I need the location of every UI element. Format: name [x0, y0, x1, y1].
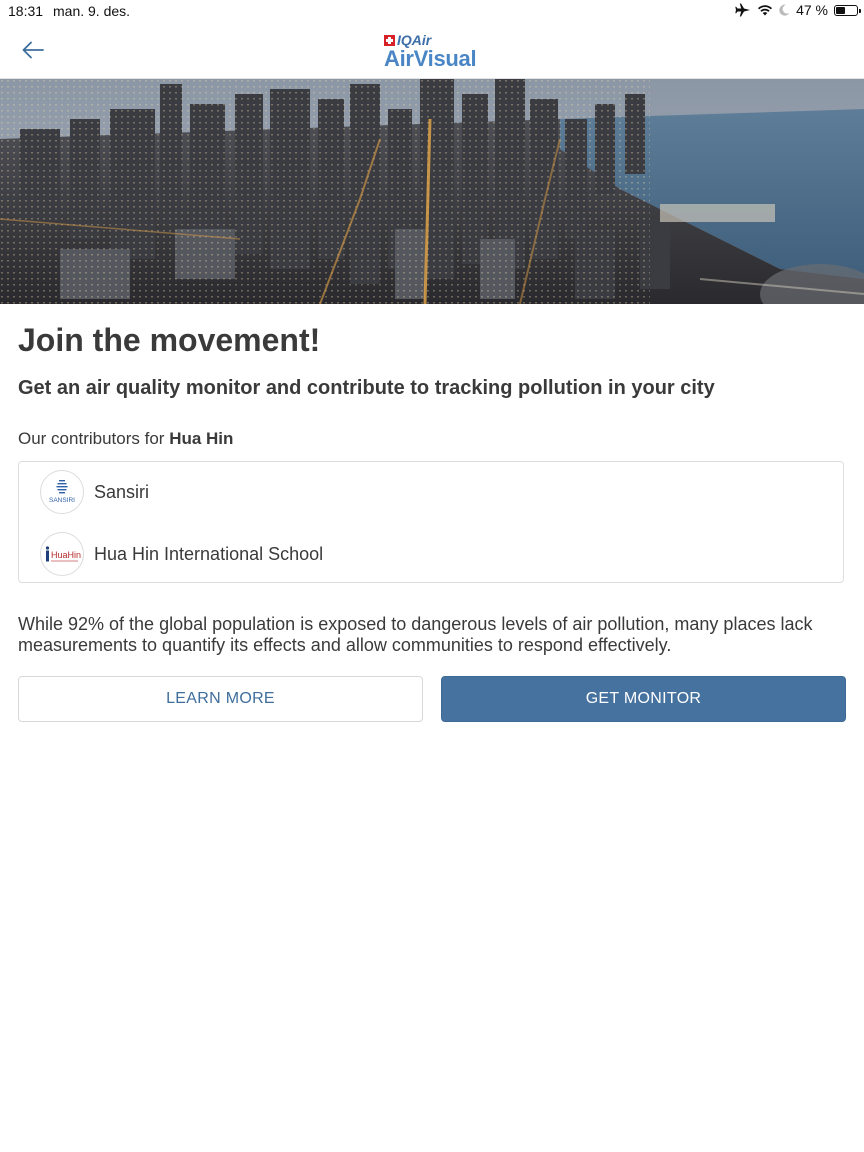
- airplane-icon: [735, 3, 751, 17]
- contributor-name: Sansiri: [94, 481, 150, 502]
- page-title: Join the movement!: [18, 322, 321, 358]
- status-time: 18:31: [8, 3, 44, 19]
- contributor-name: Hua Hin International School: [94, 543, 324, 564]
- sansiri-logo: SANSIRI: [40, 470, 84, 514]
- battery-level: [836, 6, 845, 14]
- sansiri-logo-icon: SANSIRI: [49, 480, 75, 504]
- moon-icon: [779, 4, 790, 16]
- swiss-flag-icon: [384, 34, 395, 46]
- contributor-item-huahin-school[interactable]: HuaHin Hua Hin International School: [40, 531, 323, 577]
- app-logo: IQAir AirVisual: [384, 32, 484, 72]
- huahin-logo-text: HuaHin: [51, 550, 81, 560]
- city-skyline-illustration: [0, 79, 864, 304]
- page-subtitle: Get an air quality monitor and contribut…: [18, 377, 715, 399]
- huahin-logo-icon: HuaHin: [45, 546, 81, 562]
- learn-more-button[interactable]: LEARN MORE: [18, 676, 423, 722]
- status-indicators: 47 %: [735, 2, 861, 18]
- hero-city-image: [0, 79, 864, 304]
- contributor-item-sansiri[interactable]: SANSIRI Sansiri: [40, 469, 149, 515]
- status-date: man. 9. des.: [53, 3, 131, 19]
- battery-percent: 47 %: [796, 2, 828, 18]
- nav-bar: IQAir AirVisual: [0, 24, 864, 79]
- status-bar: 18:31 man. 9. des. 47 %: [0, 0, 864, 24]
- contributors-list: SANSIRI Sansiri HuaHin Hua Hin Internati…: [18, 461, 844, 583]
- contributors-prefix: Our contributors for: [18, 429, 165, 448]
- get-monitor-button[interactable]: GET MONITOR: [441, 676, 846, 722]
- battery-icon: [834, 4, 861, 16]
- logo-product: AirVisual: [384, 46, 477, 71]
- sansiri-logo-text: SANSIRI: [49, 497, 75, 504]
- info-paragraph: While 92% of the global population is ex…: [18, 614, 813, 655]
- arrow-left-icon[interactable]: [18, 36, 50, 64]
- wifi-icon: [758, 5, 773, 16]
- contributors-heading: Our contributors for Hua Hin: [18, 429, 233, 449]
- huahin-school-logo: HuaHin: [40, 532, 84, 576]
- city-name: Hua Hin: [169, 429, 234, 448]
